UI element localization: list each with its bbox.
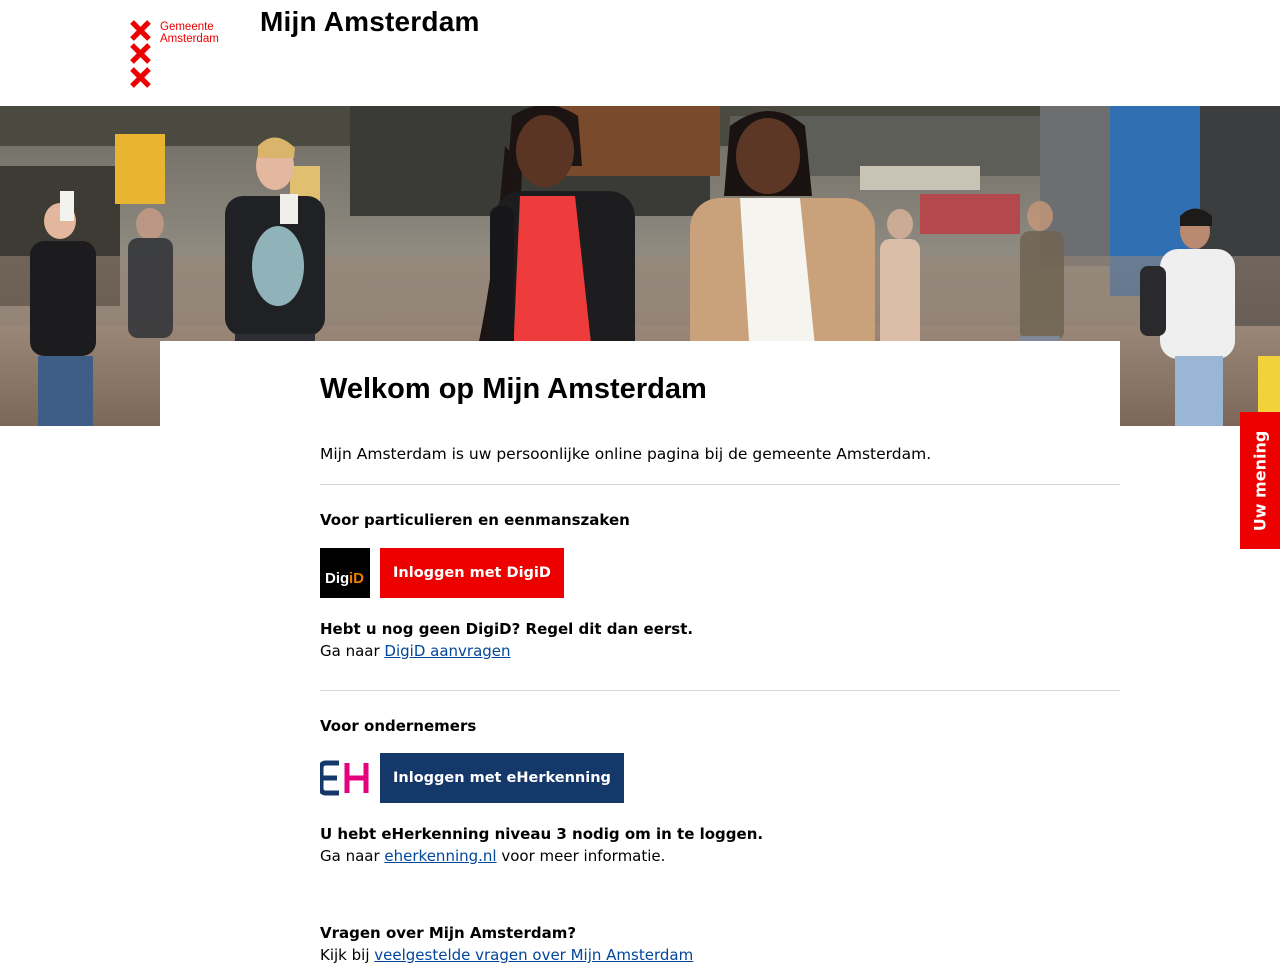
divider xyxy=(320,484,1120,485)
private-section-heading: Voor particulieren en eenmanszaken xyxy=(320,511,630,529)
faq-link[interactable]: veelgestelde vragen over Mijn Amsterdam xyxy=(374,946,693,964)
login-digid-button[interactable]: Inloggen met DigiD xyxy=(380,548,564,598)
digid-apply-link[interactable]: DigiD aanvragen xyxy=(384,642,510,660)
page-title: Welkom op Mijn Amsterdam xyxy=(320,373,707,405)
eherkenning-logo-icon xyxy=(318,760,369,796)
feedback-tab-button[interactable]: Uw mening xyxy=(1240,412,1280,549)
eherkenning-logo xyxy=(318,753,370,803)
eherkenning-note: U hebt eHerkenning niveau 3 nodig om in … xyxy=(320,823,763,867)
site-title[interactable]: Mijn Amsterdam xyxy=(260,6,480,38)
digid-note: Hebt u nog geen DigiD? Regel dit dan eer… xyxy=(320,618,693,662)
faq-section: Vragen over Mijn Amsterdam? Kijk bij vee… xyxy=(320,922,693,966)
logo-wordmark: Gemeente Amsterdam xyxy=(160,21,219,45)
gemeente-amsterdam-logo[interactable]: Gemeente Amsterdam xyxy=(130,20,230,90)
feedback-tab-label: Uw mening xyxy=(1250,430,1270,531)
digid-logo-text-orange: iD xyxy=(349,570,364,587)
faq-prefix: Kijk bij xyxy=(320,946,375,964)
eherkenning-link[interactable]: eherkenning.nl xyxy=(384,847,496,865)
eherkenning-note-bold: U hebt eHerkenning niveau 3 nodig om in … xyxy=(320,825,764,843)
logo-line-1: Gemeente xyxy=(160,21,214,33)
login-card: Welkom op Mijn Amsterdam Mijn Amsterdam … xyxy=(160,341,1120,964)
digid-logo: Dig iD xyxy=(320,548,370,598)
login-eherkenning-button[interactable]: Inloggen met eHerkenning xyxy=(380,753,624,803)
faq-heading: Vragen over Mijn Amsterdam? xyxy=(320,924,577,942)
divider xyxy=(320,690,1120,691)
logo-line-2: Amsterdam xyxy=(160,33,219,45)
digid-note-prefix: Ga naar xyxy=(320,642,385,660)
eherkenning-note-suffix: voor meer informatie. xyxy=(496,847,666,865)
business-section-heading: Voor ondernemers xyxy=(320,717,477,735)
site-header: Gemeente Amsterdam Mijn Amsterdam xyxy=(0,0,1280,106)
digid-logo-text-white: Dig xyxy=(325,570,350,587)
eherkenning-note-prefix: Ga naar xyxy=(320,847,385,865)
digid-note-bold: Hebt u nog geen DigiD? Regel dit dan eer… xyxy=(320,620,694,638)
andreas-crosses-icon xyxy=(130,20,151,88)
intro-text: Mijn Amsterdam is uw persoonlijke online… xyxy=(320,445,932,463)
